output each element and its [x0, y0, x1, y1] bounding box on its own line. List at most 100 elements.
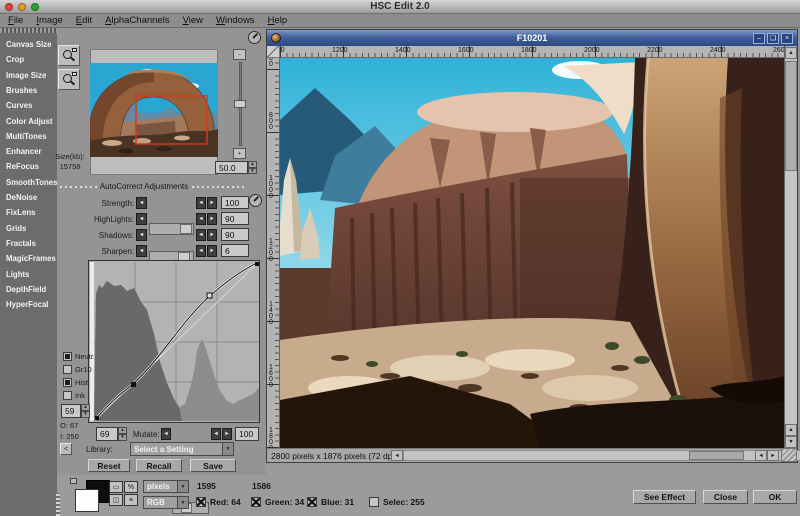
sidebar-item-smoothtones[interactable]: SmoothTones [6, 178, 57, 187]
menu-image[interactable]: Image [36, 15, 62, 26]
curve-point-shadow[interactable] [131, 382, 136, 387]
units-dropdown[interactable]: pixels ▼ [143, 480, 189, 493]
reset-button[interactable]: Reset [88, 459, 130, 472]
sidebar-item-grids[interactable]: Grids [6, 224, 56, 233]
sidebar-item-canvas-size[interactable]: Canvas Size [6, 40, 56, 49]
preview-zoom-value[interactable]: 50.0 [215, 161, 248, 174]
strength-left-arrow[interactable]: ◄ [136, 197, 147, 209]
strength-inc-arrow[interactable]: ► [207, 197, 217, 209]
menu-help[interactable]: Help [268, 15, 288, 26]
preview-reset-dial-icon[interactable] [248, 31, 261, 44]
save-button[interactable]: Save [190, 459, 236, 472]
view-split-horizontal-button[interactable]: ≡ [124, 494, 138, 506]
mode-neutral-checkbox[interactable] [63, 352, 72, 361]
red-channel-checkbox[interactable] [196, 497, 206, 507]
color-mode-dropdown[interactable]: RGB ▼ [143, 496, 189, 509]
view-single-button[interactable]: ▭ [109, 481, 123, 493]
level-spinner-value[interactable]: 59 [61, 404, 81, 418]
shadows-left-arrow[interactable]: ◄ [136, 229, 147, 241]
sidebar-item-curves[interactable]: Curves [6, 101, 56, 110]
menu-alphachannels[interactable]: AlphaChannels [105, 15, 169, 26]
close-button[interactable]: Close [703, 490, 748, 504]
library-dropdown[interactable]: Select a Setting ▼ [130, 442, 234, 456]
view-percent-button[interactable]: % [124, 481, 138, 493]
blue-channel-checkbox[interactable] [307, 497, 317, 507]
spinner-up-icon[interactable]: ▲ [81, 404, 90, 411]
strength-slider-thumb[interactable] [180, 224, 192, 234]
sidebar-item-color-adjust[interactable]: Color Adjust [6, 117, 56, 126]
mode-gr10-checkbox[interactable] [63, 365, 72, 374]
spinner-up-icon[interactable]: ▲ [118, 427, 127, 434]
menu-view[interactable]: View [183, 15, 203, 26]
highlights-dec-arrow[interactable]: ◄ [196, 213, 206, 225]
scroll-down-icon[interactable]: ▼ [785, 436, 797, 448]
dropdown-arrow-icon[interactable]: ▼ [177, 497, 188, 508]
spinner-down-icon[interactable]: ▼ [81, 411, 90, 418]
level-spinner[interactable]: ▲ ▼ [81, 404, 90, 418]
mode-ink-checkbox[interactable] [63, 391, 72, 400]
sidebar-item-fractals[interactable]: Fractals [6, 239, 56, 248]
preview-zoom-plus-button[interactable]: + [233, 148, 246, 159]
sharpen-dec-arrow[interactable]: ◄ [196, 245, 206, 257]
window-resize-grip[interactable] [781, 448, 797, 462]
shadows-inc-arrow[interactable]: ► [207, 229, 217, 241]
menu-file[interactable]: File [8, 15, 23, 26]
window-minimize-button[interactable]: – [753, 32, 765, 44]
default-swatches-icon[interactable] [70, 478, 77, 484]
sidebar-item-magicframes[interactable]: MagicFrames [6, 254, 56, 263]
shadows-dec-arrow[interactable]: ◄ [196, 229, 206, 241]
mutate-value[interactable]: 100 [235, 427, 259, 441]
scroll-up-icon[interactable]: ▲ [785, 47, 797, 59]
vertical-scrollbar[interactable]: ▲ ▲ ▼ [784, 47, 797, 448]
strength-slider-track[interactable] [149, 223, 194, 235]
sharpen-inc-arrow[interactable]: ► [207, 245, 217, 257]
sidebar-item-hyperfocal[interactable]: HyperFocal [6, 300, 56, 309]
highlights-inc-arrow[interactable]: ► [207, 213, 217, 225]
sidebar-item-multitones[interactable]: MultiTones [6, 132, 56, 141]
foreground-color-swatch[interactable] [75, 489, 99, 512]
autocorrect-reset-dial-icon[interactable] [249, 194, 262, 207]
sharpen-value[interactable]: 6 [221, 244, 249, 257]
recall-button[interactable]: Recall [136, 459, 182, 472]
preview-zoom-spinner[interactable]: ▲ ▼ [248, 161, 257, 174]
sharpen-left-arrow[interactable]: ◄ [136, 245, 147, 257]
vertical-scrollbar-thumb[interactable] [785, 61, 797, 171]
black-point-value[interactable]: 69 [96, 427, 118, 441]
sidebar-item-crop[interactable]: Crop [6, 55, 56, 64]
highlights-left-arrow[interactable]: ◄ [136, 213, 147, 225]
strength-value[interactable]: 100 [221, 196, 249, 209]
scroll-left-icon[interactable]: ◄ [391, 450, 403, 461]
black-point-spinner[interactable]: ▲ ▼ [118, 427, 127, 441]
scroll-right-icon[interactable]: ► [767, 450, 779, 461]
scroll-up-icon[interactable]: ▲ [785, 424, 797, 436]
mutate-inc-arrow[interactable]: ► [222, 428, 232, 440]
zoom-out-button[interactable] [58, 69, 80, 90]
window-maximize-button[interactable]: ❑ [767, 32, 779, 44]
strength-dec-arrow[interactable]: ◄ [196, 197, 206, 209]
sidebar-item-depthfield[interactable]: DepthField [6, 285, 56, 294]
green-channel-checkbox[interactable] [251, 497, 261, 507]
dropdown-arrow-icon[interactable]: ▼ [222, 443, 233, 455]
preview-zoom-slider-thumb[interactable] [234, 100, 246, 108]
window-close-button[interactable]: × [781, 32, 793, 44]
shadows-value[interactable]: 90 [221, 228, 249, 241]
curve-point-highlight[interactable] [206, 292, 213, 299]
ok-button[interactable]: OK [753, 490, 797, 504]
photo-canvas[interactable] [280, 57, 784, 449]
sidebar-item-image-size[interactable]: Image Size [6, 71, 56, 80]
spinner-down-icon[interactable]: ▼ [248, 167, 257, 174]
dropdown-arrow-icon[interactable]: ▼ [177, 481, 188, 492]
spinner-down-icon[interactable]: ▼ [118, 434, 127, 441]
mode-hist-checkbox[interactable] [63, 378, 72, 387]
sidebar-item-lights[interactable]: Lights [6, 270, 56, 279]
menu-windows[interactable]: Windows [216, 15, 255, 26]
sidebar-item-brushes[interactable]: Brushes [6, 86, 56, 95]
ruler-origin-box[interactable] [267, 46, 280, 58]
menu-edit[interactable]: Edit [76, 15, 92, 26]
zoom-in-button[interactable] [58, 45, 80, 66]
sidebar-item-fixlens[interactable]: FixLens [6, 208, 56, 217]
mutate-dec-arrow[interactable]: ◄ [211, 428, 221, 440]
see-effect-button[interactable]: See Effect [633, 490, 696, 504]
mutate-left-arrow[interactable]: ◄ [161, 428, 171, 440]
collapse-panel-button[interactable]: < [60, 443, 72, 455]
